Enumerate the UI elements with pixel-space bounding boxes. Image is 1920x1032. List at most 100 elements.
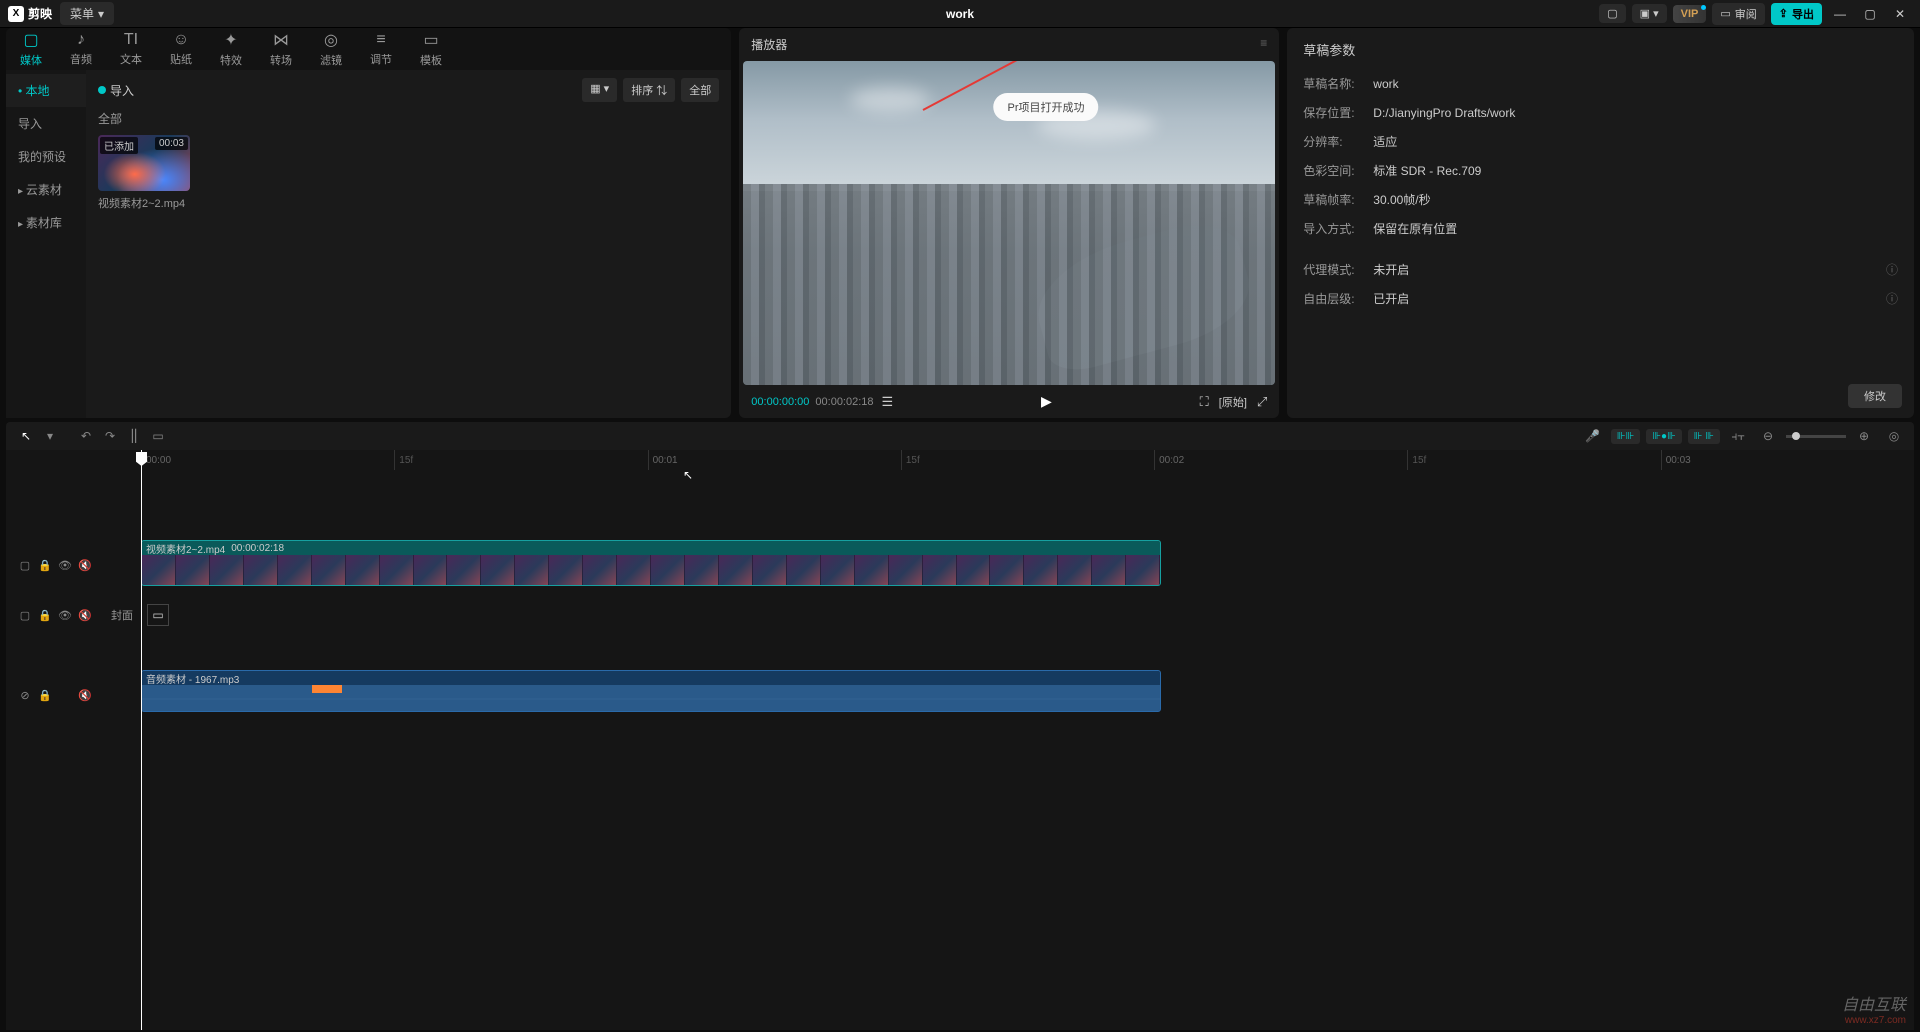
watermark: 自由互联 www.xz7.com — [1842, 991, 1906, 1026]
thumb-added-badge: 已添加 — [100, 137, 138, 154]
tab-filter[interactable]: ◎滤镜 — [306, 28, 356, 70]
snap-button-2[interactable]: ⊪●⊪ — [1646, 429, 1681, 444]
mic-icon[interactable]: 🎤 — [1581, 424, 1605, 448]
timeline[interactable]: ↖ 00:00 15f 00:01 15f 00:02 15f 00:03 ▢ … — [6, 450, 1914, 1030]
properties-panel: 草稿参数 草稿名称:work 保存位置:D:/JianyingPro Draft… — [1287, 28, 1914, 418]
mouse-cursor-icon: ↖ — [683, 468, 693, 482]
info-icon[interactable]: ⓘ — [1886, 261, 1898, 278]
param-value-import: 保留在原有位置 — [1373, 220, 1457, 237]
export-button[interactable]: ⇪ 导出 — [1771, 3, 1822, 25]
app-logo: X 剪映 — [8, 5, 52, 22]
project-title: work — [946, 7, 974, 21]
focus-icon[interactable]: ⛶ — [1200, 394, 1209, 410]
video-track: ▢ 🔒 👁 🔇 视频素材2~2.mp400:00:02:18 — [6, 540, 1914, 590]
import-dot-icon — [98, 86, 106, 94]
media-icon: ▢ — [23, 30, 38, 50]
tab-transition[interactable]: ⋈转场 — [256, 28, 306, 70]
param-value-name: work — [1373, 77, 1398, 91]
snap-button-1[interactable]: ⊪⊪ — [1611, 429, 1640, 444]
param-label-freelayer: 自由层级: — [1303, 290, 1373, 307]
layout-button-2[interactable]: ▣ ▾ — [1632, 4, 1667, 23]
audio-clip[interactable]: 音频素材 - 1967.mp3 — [141, 670, 1161, 712]
all-filter-button[interactable]: 全部 — [681, 78, 719, 102]
playhead[interactable] — [141, 450, 142, 1030]
zoom-out-button[interactable]: ⊖ — [1756, 424, 1780, 448]
tool-dropdown[interactable]: ▾ — [38, 424, 62, 448]
grid-view-button[interactable]: ▦ ▾ — [582, 78, 617, 102]
transition-icon: ⋈ — [273, 30, 289, 50]
review-button[interactable]: ▭ 审阅 — [1712, 3, 1764, 25]
player-menu-icon[interactable]: ≡ — [1260, 36, 1267, 53]
tab-sticker[interactable]: ☺贴纸 — [156, 28, 206, 70]
lock-icon[interactable]: 🔒 — [38, 558, 52, 572]
sidebar-item-cloud[interactable]: 云素材 — [6, 173, 86, 206]
logo-icon: X — [8, 6, 24, 22]
lock-icon[interactable]: 🔒 — [38, 608, 52, 622]
mute-icon[interactable]: 🔇 — [78, 608, 92, 622]
media-thumbnail[interactable]: 已添加 00:03 视频素材2~2.mp4 — [98, 135, 190, 211]
snap-button-3[interactable]: ⊪ ⊪ — [1688, 429, 1720, 444]
delete-tool[interactable]: ▭ — [146, 424, 170, 448]
sidebar-item-library[interactable]: 素材库 — [6, 206, 86, 239]
layout-button-1[interactable]: ▢ — [1599, 4, 1625, 23]
align-tool[interactable]: ⫞⫟ — [1726, 424, 1750, 448]
track-toggle-icon[interactable]: ⊘ — [18, 688, 32, 702]
split-tool[interactable]: ⎥⎢ — [122, 424, 146, 448]
param-value-framerate: 30.00帧/秒 — [1373, 191, 1430, 208]
audio-track: ⊘ 🔒 🔇 音频素材 - 1967.mp3 — [6, 670, 1914, 720]
mute-icon[interactable]: 🔇 — [78, 558, 92, 572]
param-label-resolution: 分辨率: — [1303, 133, 1373, 150]
tab-adjust[interactable]: ≡调节 — [356, 28, 406, 70]
redo-button[interactable]: ↷ — [98, 424, 122, 448]
modify-button[interactable]: 修改 — [1848, 384, 1902, 408]
sort-button[interactable]: 排序 ⇅ — [623, 78, 675, 102]
menu-button[interactable]: 菜单▾ — [60, 2, 114, 25]
param-value-freelayer: 已开启 — [1373, 290, 1409, 307]
tab-template[interactable]: ▭模板 — [406, 28, 456, 70]
import-button[interactable]: 导入 — [98, 82, 134, 99]
minimize-button[interactable]: — — [1828, 2, 1852, 26]
fit-button[interactable]: ◎ — [1882, 424, 1906, 448]
visibility-icon[interactable]: 👁 — [58, 558, 72, 572]
sidebar-item-import[interactable]: 导入 — [6, 107, 86, 140]
zoom-in-button[interactable]: ⊕ — [1852, 424, 1876, 448]
cover-thumbnail[interactable]: ▭ — [147, 604, 169, 626]
current-timecode[interactable]: 00:00:00:00 — [751, 396, 809, 408]
section-all-label: 全部 — [98, 110, 719, 127]
play-button[interactable]: ▶ — [1041, 393, 1052, 410]
preview-viewport[interactable]: Pr项目打开成功 — [743, 61, 1275, 385]
select-tool[interactable]: ↖ — [14, 424, 38, 448]
tab-effects[interactable]: ✦特效 — [206, 28, 256, 70]
video-clip[interactable]: 视频素材2~2.mp400:00:02:18 — [141, 540, 1161, 586]
visibility-icon[interactable]: 👁 — [58, 608, 72, 622]
undo-button[interactable]: ↶ — [74, 424, 98, 448]
maximize-button[interactable]: ▢ — [1858, 2, 1882, 26]
cover-label: 封面 — [107, 607, 137, 623]
lock-icon[interactable]: 🔒 — [38, 688, 52, 702]
track-collapse-icon[interactable]: ▢ — [18, 608, 32, 622]
list-icon[interactable]: ☰ — [882, 394, 894, 410]
param-value-path: D:/JianyingPro Drafts/work — [1373, 106, 1515, 120]
audio-icon: ♪ — [77, 31, 85, 49]
close-button[interactable]: ✕ — [1888, 2, 1912, 26]
track-collapse-icon[interactable]: ▢ — [18, 558, 32, 572]
tab-text[interactable]: TI文本 — [106, 28, 156, 70]
info-icon[interactable]: ⓘ — [1886, 290, 1898, 307]
sidebar-item-local[interactable]: • 本地 — [6, 74, 86, 107]
zoom-slider[interactable] — [1786, 435, 1846, 438]
param-value-colorspace: 标准 SDR - Rec.709 — [1373, 162, 1481, 179]
vip-button[interactable]: VIP — [1673, 5, 1707, 23]
ratio-button[interactable]: [原始] — [1219, 394, 1247, 410]
cover-track: ▢ 🔒 👁 🔇 封面 ▭ — [6, 590, 1914, 640]
timeline-ruler[interactable]: 00:00 15f 00:01 15f 00:02 15f 00:03 — [141, 450, 1914, 470]
mute-icon[interactable]: 🔇 — [78, 688, 92, 702]
sidebar-item-presets[interactable]: 我的预设 — [6, 140, 86, 173]
param-label-proxy: 代理模式: — [1303, 261, 1373, 278]
tab-audio[interactable]: ♪音频 — [56, 28, 106, 70]
filter-icon: ◎ — [324, 30, 338, 50]
media-panel: ▢媒体 ♪音频 TI文本 ☺贴纸 ✦特效 ⋈转场 ◎滤镜 ≡调节 ▭模板 • 本… — [6, 28, 731, 418]
thumb-filename: 视频素材2~2.mp4 — [98, 195, 190, 211]
tab-media[interactable]: ▢媒体 — [6, 28, 56, 70]
fullscreen-icon[interactable]: ⤢ — [1257, 394, 1267, 410]
asset-tabs: ▢媒体 ♪音频 TI文本 ☺贴纸 ✦特效 ⋈转场 ◎滤镜 ≡调节 ▭模板 — [6, 28, 731, 70]
